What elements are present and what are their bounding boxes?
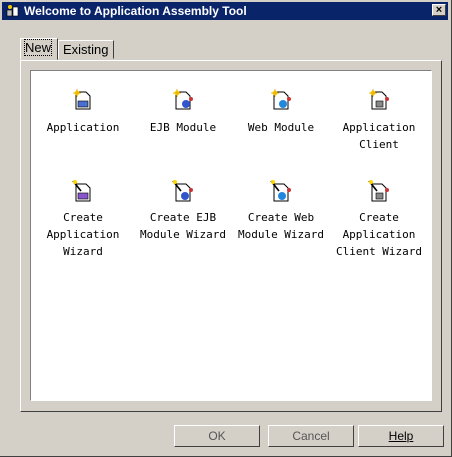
help-button[interactable]: Help bbox=[358, 425, 444, 447]
title-bar[interactable]: Welcome to Application Assembly Tool × bbox=[2, 2, 448, 20]
close-icon: × bbox=[435, 4, 443, 16]
web-module-icon bbox=[271, 89, 291, 110]
tab-new[interactable]: New bbox=[20, 38, 58, 60]
ok-button[interactable]: OK bbox=[174, 425, 260, 447]
ejb-module-wizard-icon bbox=[172, 180, 193, 202]
tab-existing[interactable]: Existing bbox=[58, 40, 114, 59]
app-icon bbox=[6, 5, 19, 17]
window-title: Welcome to Application Assembly Tool bbox=[24, 4, 247, 18]
create-ejb-module-wizard[interactable]: Create EJB Module Wizard bbox=[133, 179, 233, 243]
new-application-client[interactable]: Application Client bbox=[329, 89, 429, 153]
cancel-button[interactable]: Cancel bbox=[268, 425, 354, 447]
close-button[interactable]: × bbox=[432, 4, 446, 16]
new-ejb-module[interactable]: EJB Module bbox=[133, 89, 233, 136]
application-icon bbox=[73, 89, 91, 110]
button-bar: OK Cancel Help bbox=[0, 425, 452, 449]
application-wizard-icon bbox=[72, 180, 91, 202]
create-application-wizard[interactable]: Create Application Wizard bbox=[33, 179, 133, 260]
new-items-pane: Application EJB Module Web Module Applic… bbox=[30, 70, 432, 401]
application-client-icon bbox=[369, 89, 389, 110]
web-module-wizard-icon bbox=[270, 180, 291, 202]
tab-panel-new: Application EJB Module Web Module Applic… bbox=[20, 60, 442, 412]
application-client-wizard-icon bbox=[368, 180, 389, 202]
new-application[interactable]: Application bbox=[33, 89, 133, 136]
new-web-module[interactable]: Web Module bbox=[231, 89, 331, 136]
create-application-client-wizard[interactable]: Create Application Client Wizard bbox=[329, 179, 429, 260]
create-web-module-wizard[interactable]: Create Web Module Wizard bbox=[231, 179, 331, 243]
dialog-window: Welcome to Application Assembly Tool × N… bbox=[0, 0, 452, 457]
ejb-module-icon bbox=[173, 89, 193, 110]
